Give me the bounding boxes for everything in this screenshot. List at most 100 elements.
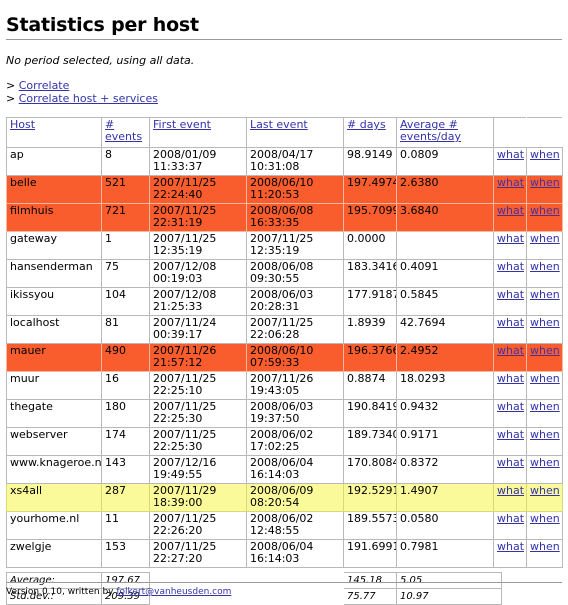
cell-when[interactable]: when: [526, 175, 563, 204]
cell-avg-events-day: 0.0809: [396, 147, 494, 176]
column-header-first-event[interactable]: First event: [149, 117, 247, 148]
sort-first-event-link[interactable]: First event: [153, 119, 211, 132]
cell-days: 192.5291: [343, 483, 397, 512]
what-link[interactable]: what: [497, 541, 524, 554]
cell-what[interactable]: what: [493, 371, 527, 400]
cell-last-event: 2008/06/08 16:33:35: [246, 203, 344, 232]
table-row: muur 16 2007/11/25 22:25:10 2007/11/26 19:43:…: [6, 371, 563, 400]
what-link[interactable]: what: [497, 205, 524, 218]
cell-when[interactable]: when: [526, 315, 563, 344]
cell-first-event: 2008/01/09 11:33:37: [149, 147, 247, 176]
sort-days-link[interactable]: # days: [347, 119, 386, 132]
cell-what[interactable]: what: [493, 231, 527, 260]
table-row: gateway 1 2007/11/25 12:35:19 2007/11/25 12:3…: [6, 231, 563, 260]
when-link[interactable]: when: [530, 205, 560, 218]
what-link[interactable]: what: [497, 261, 524, 274]
what-link[interactable]: what: [497, 317, 524, 330]
when-link[interactable]: when: [530, 373, 560, 386]
table-row: mauer 490 2007/11/26 21:57:12 2008/06/10 07:5…: [6, 343, 563, 372]
author-email-link[interactable]: folkert@vanheusden.com: [116, 587, 231, 597]
sort-avg-events-link[interactable]: Average # events/day: [400, 119, 461, 144]
cell-events: 180: [101, 399, 150, 428]
cell-first-event-time: 21:57:12: [153, 356, 203, 369]
cell-when[interactable]: when: [526, 259, 563, 288]
cell-last-event: 2008/06/08 09:30:55: [246, 259, 344, 288]
cell-when[interactable]: when: [526, 455, 563, 484]
what-link[interactable]: what: [497, 485, 524, 498]
cell-what[interactable]: what: [493, 483, 527, 512]
cell-what[interactable]: what: [493, 343, 527, 372]
cell-host: xs4all: [6, 483, 102, 512]
cell-host: ap: [6, 147, 102, 176]
sort-events-link[interactable]: # events: [105, 119, 142, 144]
cell-what[interactable]: what: [493, 203, 527, 232]
what-link[interactable]: what: [497, 457, 524, 470]
column-header-events[interactable]: # events: [101, 117, 150, 148]
cell-what[interactable]: what: [493, 259, 527, 288]
cell-when[interactable]: when: [526, 483, 563, 512]
cell-what[interactable]: what: [493, 455, 527, 484]
cell-last-event: 2007/11/26 19:43:05: [246, 371, 344, 400]
what-link[interactable]: what: [497, 513, 524, 526]
what-link[interactable]: what: [497, 345, 524, 358]
cell-first-event-time: 22:25:30: [153, 412, 203, 425]
cell-what[interactable]: what: [493, 315, 527, 344]
cell-events: 521: [101, 175, 150, 204]
what-link[interactable]: what: [497, 401, 524, 414]
cell-what[interactable]: what: [493, 287, 527, 316]
what-link[interactable]: what: [497, 289, 524, 302]
cell-when[interactable]: when: [526, 231, 563, 260]
cell-days: 183.3416: [343, 259, 397, 288]
cell-when[interactable]: when: [526, 287, 563, 316]
what-link[interactable]: what: [497, 233, 524, 246]
when-link[interactable]: when: [530, 233, 560, 246]
cell-what[interactable]: what: [493, 427, 527, 456]
column-header-avg-events-day[interactable]: Average # events/day: [396, 117, 494, 148]
cell-what[interactable]: what: [493, 399, 527, 428]
cell-what[interactable]: what: [493, 539, 527, 568]
cell-when[interactable]: when: [526, 399, 563, 428]
cell-when[interactable]: when: [526, 427, 563, 456]
cell-what[interactable]: what: [493, 175, 527, 204]
correlate-host-services-link[interactable]: Correlate host + services: [19, 92, 158, 105]
when-link[interactable]: when: [530, 149, 560, 162]
table-row: filmhuis 721 2007/11/25 22:31:19 2008/06/08 1…: [6, 203, 563, 232]
cell-when[interactable]: when: [526, 371, 563, 400]
when-link[interactable]: when: [530, 513, 560, 526]
what-link[interactable]: what: [497, 429, 524, 442]
when-link[interactable]: when: [530, 541, 560, 554]
when-link[interactable]: when: [530, 289, 560, 302]
when-link[interactable]: when: [530, 345, 560, 358]
when-link[interactable]: when: [530, 177, 560, 190]
sort-host-link[interactable]: Host: [10, 119, 35, 132]
what-link[interactable]: what: [497, 373, 524, 386]
column-header-last-event[interactable]: Last event: [246, 117, 344, 148]
cell-when[interactable]: when: [526, 511, 563, 540]
cell-what[interactable]: what: [493, 147, 527, 176]
column-header-host[interactable]: Host: [6, 117, 102, 148]
when-link[interactable]: when: [530, 429, 560, 442]
cell-when[interactable]: when: [526, 147, 563, 176]
when-link[interactable]: when: [530, 457, 560, 470]
when-link[interactable]: when: [530, 401, 560, 414]
cell-avg-events-day: 2.4952: [396, 343, 494, 372]
cell-days: 1.8939: [343, 315, 397, 344]
what-link[interactable]: what: [497, 177, 524, 190]
cell-host: localhost: [6, 315, 102, 344]
cell-when[interactable]: when: [526, 343, 563, 372]
when-link[interactable]: when: [530, 485, 560, 498]
correlate-link[interactable]: Correlate: [19, 79, 70, 92]
avg-header-line2: events/day: [400, 130, 461, 143]
cell-host: thegate: [6, 399, 102, 428]
sort-last-event-link[interactable]: Last event: [250, 119, 308, 132]
page-title: Statistics per host: [6, 14, 199, 36]
cell-what[interactable]: what: [493, 511, 527, 540]
cell-when[interactable]: when: [526, 203, 563, 232]
cell-last-event: 2008/06/10 07:59:33: [246, 343, 344, 372]
when-link[interactable]: when: [530, 261, 560, 274]
column-header-days[interactable]: # days: [343, 117, 397, 148]
what-link[interactable]: what: [497, 149, 524, 162]
cell-days: 195.7099: [343, 203, 397, 232]
cell-when[interactable]: when: [526, 539, 563, 568]
when-link[interactable]: when: [530, 317, 560, 330]
